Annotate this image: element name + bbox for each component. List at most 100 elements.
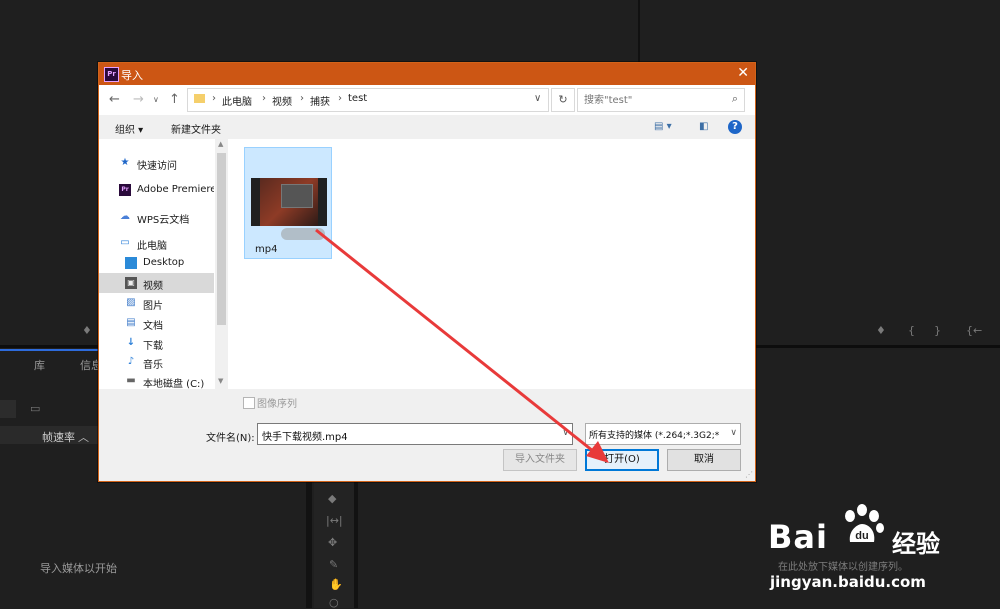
sort-ascending-icon[interactable]: ︿ [78,429,89,445]
import-folder-button[interactable]: 导入文件夹 [503,449,577,471]
resize-grip-icon[interactable]: ⋰ [745,470,753,479]
slip-tool-icon[interactable]: |↔| [326,514,343,527]
hand-tool-icon[interactable]: ✋ [329,578,343,591]
refresh-icon[interactable]: ↻ [551,88,575,112]
mark-out-icon[interactable]: } [934,324,941,337]
mark-in-icon[interactable]: { [908,324,915,337]
premiere-app-icon: Pr [104,67,119,82]
picture-icon: ▨ [126,297,136,308]
browser-content: ★ 快速访问 Pr Adobe Premiere ☁ WPS云文档 ▭ 此电脑 … [99,139,755,389]
dialog-footer: 图像序列 文件名(N): 快手下载视频.mp4 ∨ 所有支持的媒体 (*.264… [99,389,755,481]
address-bar[interactable]: › 此电脑 › 视频 › 捕获 › test ∨ [187,88,549,112]
go-to-in-icon[interactable]: {← [966,324,982,337]
slide-tool-icon[interactable]: ✥ [328,536,337,549]
nav-item-this-pc[interactable]: ▭ 此电脑 [99,233,214,253]
nav-item-documents[interactable]: ▤ 文档 [99,313,214,333]
premiere-icon: Pr [119,184,131,196]
nav-item-label: Adobe Premiere [137,184,214,195]
scrollbar-thumb[interactable] [217,153,226,325]
navigation-scrollbar[interactable]: ▲ ▼ [215,139,228,389]
search-box[interactable]: ⌕ [577,88,745,112]
up-arrow-icon[interactable]: ↑ [169,92,180,107]
breadcrumb-separator-icon[interactable]: › [300,93,304,104]
file-type-select[interactable]: 所有支持的媒体 (*.264;*.3G2;* ∨ [585,423,741,445]
file-list: mp4 [229,139,755,389]
video-icon: ▣ [125,277,137,289]
nav-item-music[interactable]: ♪ 音乐 [99,352,214,372]
nav-item-label: 音乐 [143,360,163,371]
view-options-icon[interactable]: ▤ ▾ [654,121,672,132]
help-icon[interactable]: ? [728,120,742,134]
close-icon[interactable]: ✕ [737,65,749,81]
image-sequence-checkbox[interactable] [243,397,255,409]
scroll-up-icon[interactable]: ▲ [218,140,223,148]
drive-icon: ▬ [126,375,136,386]
breadcrumb-separator-icon[interactable]: › [262,93,266,104]
nav-item-label: 文档 [143,321,163,332]
new-folder-button[interactable]: 新建文件夹 [171,121,221,136]
nav-item-label: 下载 [143,341,163,352]
recent-dropdown-icon[interactable]: ∨ [153,95,159,104]
video-thumbnail [251,178,327,226]
zoom-tool-icon[interactable]: ○ [329,596,339,609]
breadcrumb-captures[interactable]: 捕获 [310,93,330,108]
tools-divider [306,480,312,608]
open-button[interactable]: 打开(O) [585,449,659,471]
baidu-paw-icon: du [845,504,884,542]
blurred-filename [281,228,325,240]
svg-text:du: du [855,530,868,542]
back-arrow-icon[interactable]: ← [109,92,120,107]
forward-arrow-icon[interactable]: → [133,92,144,107]
file-type-value: 所有支持的媒体 (*.264;*.3G2;* [589,431,720,441]
breadcrumb-test[interactable]: test [348,93,367,104]
cancel-button[interactable]: 取消 [667,449,741,471]
project-search-box[interactable] [0,400,16,418]
razor-tool-icon[interactable]: ◆ [328,492,336,505]
address-dropdown-icon[interactable]: ∨ [534,93,541,104]
folder-icon [194,94,205,103]
pen-tool-icon[interactable]: ✎ [329,558,338,571]
nav-item-label: Desktop [143,257,185,268]
panel-tab-library[interactable]: 库 [34,357,45,373]
nav-item-quick-access[interactable]: ★ 快速访问 [99,153,214,173]
nav-item-local-disk[interactable]: ▬ 本地磁盘 (C:) [99,371,214,389]
baidu-watermark: Bai du 经验 [768,504,968,570]
nav-item-desktop[interactable]: Desktop [99,253,214,273]
baidu-url-text: jingyan.baidu.com [770,573,926,591]
music-icon: ♪ [127,356,135,367]
organize-menu[interactable]: 组织 ▾ [115,121,143,136]
dialog-titlebar[interactable]: Pr 导入 ✕ [99,63,755,85]
film-strip-left [251,178,260,226]
import-media-hint: 导入媒体以开始 [40,562,117,575]
nav-item-videos[interactable]: ▣ 视频 [99,273,214,293]
search-icon[interactable]: ⌕ [732,92,738,106]
marker-icon[interactable]: ♦ [876,324,886,337]
file-item[interactable]: mp4 [244,147,332,259]
image-sequence-label: 图像序列 [257,399,297,410]
marker-icon[interactable]: ♦ [82,324,92,337]
computer-icon: ▭ [120,237,130,248]
nav-item-wps-cloud[interactable]: ☁ WPS云文档 [99,207,214,227]
chevron-down-icon[interactable]: ∨ [562,428,569,438]
nav-item-downloads[interactable]: ↓ 下载 [99,333,214,353]
breadcrumb-separator-icon[interactable]: › [212,93,216,104]
breadcrumb-separator-icon[interactable]: › [338,93,342,104]
search-input[interactable] [582,92,716,108]
folder-icon[interactable]: ▭ [30,402,40,415]
command-toolbar: 组织 ▾ 新建文件夹 ▤ ▾ ◧ ? [99,115,755,140]
navigation-bar: ← → ∨ ↑ › 此电脑 › 视频 › 捕获 › test ∨ ↻ ⌕ [99,85,755,115]
nav-item-adobe-premiere[interactable]: Pr Adobe Premiere [99,180,214,200]
nav-item-label: 视频 [143,281,163,292]
breadcrumb-videos[interactable]: 视频 [272,93,292,108]
nav-item-pictures[interactable]: ▨ 图片 [99,293,214,313]
frame-rate-column[interactable]: 帧速率 [42,429,75,445]
nav-item-label: 本地磁盘 (C:) [143,379,205,389]
navigation-pane: ★ 快速访问 Pr Adobe Premiere ☁ WPS云文档 ▭ 此电脑 … [99,139,214,389]
filename-field[interactable]: 快手下载视频.mp4 ∨ [257,423,573,445]
nav-item-label: 此电脑 [137,241,167,252]
breadcrumb-this-pc[interactable]: 此电脑 [222,93,252,108]
chevron-down-icon[interactable]: ∨ [730,428,737,438]
active-panel-indicator [0,349,98,351]
scroll-down-icon[interactable]: ▼ [218,377,223,385]
preview-pane-icon[interactable]: ◧ [699,121,708,132]
